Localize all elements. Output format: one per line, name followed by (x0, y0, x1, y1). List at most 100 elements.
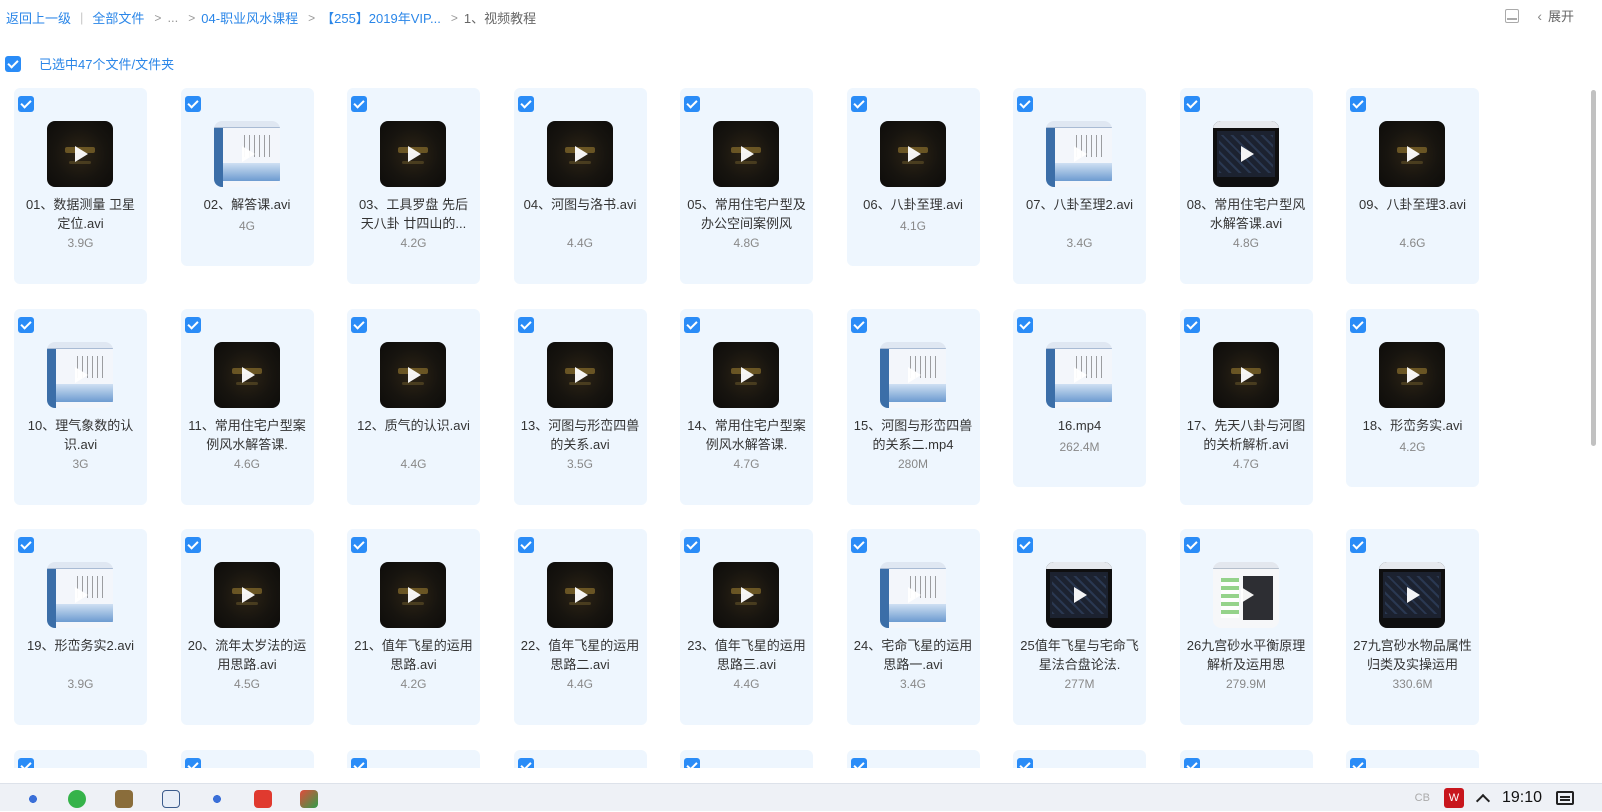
app-cluster-icon[interactable] (24, 790, 42, 808)
file-card[interactable]: 21、值年飞星的运用思路.avi 4.2G (347, 529, 480, 725)
video-thumbnail[interactable] (213, 562, 280, 628)
file-card[interactable]: 09、八卦至理3.avi 4.6G (1346, 88, 1479, 284)
list-view-icon[interactable] (1505, 8, 1520, 23)
wechat-icon[interactable] (68, 790, 86, 808)
file-checkbox[interactable] (1183, 537, 1200, 553)
video-thumbnail[interactable] (546, 121, 613, 187)
breadcrumb-level1[interactable]: 04-职业风水课程 (201, 8, 298, 27)
wps-icon[interactable] (254, 790, 272, 808)
video-thumbnail[interactable] (213, 121, 280, 187)
file-checkbox[interactable] (1017, 316, 1033, 333)
video-thumbnail[interactable] (713, 121, 779, 187)
file-card[interactable] (1346, 749, 1479, 768)
video-thumbnail[interactable] (213, 341, 280, 408)
video-thumbnail[interactable] (47, 341, 113, 408)
file-checkbox[interactable] (684, 757, 700, 768)
file-checkbox[interactable] (517, 316, 534, 333)
ime-indicator[interactable]: CB (1415, 792, 1430, 804)
file-checkbox[interactable] (18, 316, 34, 333)
file-card[interactable]: 26九宫砂水平衡原理解析及运用思 279.9M (1179, 529, 1313, 725)
file-checkbox[interactable] (351, 537, 367, 553)
file-card[interactable]: 25值年飞星与宅命飞星法合盘论法. 277M (1013, 529, 1146, 725)
file-checkbox[interactable] (184, 96, 201, 112)
file-checkbox[interactable] (517, 537, 534, 553)
file-checkbox[interactable] (850, 316, 867, 333)
file-checkbox[interactable] (1183, 316, 1200, 333)
breadcrumb-ellipsis[interactable]: ... (167, 10, 178, 25)
video-thumbnail[interactable] (47, 121, 113, 187)
file-card[interactable]: 01、数据测量 卫星定位.avi 3.9G (14, 88, 147, 284)
video-thumbnail[interactable] (546, 341, 613, 408)
file-checkbox[interactable] (517, 757, 534, 768)
video-thumbnail[interactable] (1046, 341, 1112, 408)
tray-app-logo[interactable]: W (1443, 788, 1464, 808)
file-card[interactable] (1013, 749, 1146, 768)
file-card[interactable] (513, 749, 647, 768)
notification-icon[interactable] (1556, 791, 1574, 805)
file-card[interactable]: 27九宫砂水物品属性归类及实操运用 330.6M (1346, 529, 1479, 725)
video-thumbnail[interactable] (1212, 121, 1279, 187)
file-checkbox[interactable] (1350, 316, 1366, 333)
file-card[interactable]: 08、常用住宅户型风水解答课.avi 4.8G (1179, 88, 1313, 284)
video-thumbnail[interactable] (713, 562, 779, 628)
file-card[interactable]: 15、河图与形峦四兽的关系二.mp4 280M (846, 308, 980, 505)
file-checkbox[interactable] (1350, 757, 1366, 768)
file-checkbox[interactable] (351, 757, 367, 768)
file-checkbox[interactable] (18, 757, 34, 768)
file-checkbox[interactable] (351, 316, 367, 333)
file-card[interactable] (680, 749, 813, 768)
breadcrumb-level2[interactable]: 【255】2019年VIP... (321, 8, 441, 27)
file-card[interactable]: 07、八卦至理2.avi 3.4G (1013, 88, 1146, 284)
file-checkbox[interactable] (184, 537, 201, 553)
file-checkbox[interactable] (18, 96, 34, 112)
video-thumbnail[interactable] (380, 562, 446, 628)
media-icon[interactable] (300, 790, 318, 808)
file-checkbox[interactable] (684, 316, 700, 333)
file-card[interactable]: 04、河图与洛书.avi 4.4G (513, 88, 647, 284)
video-thumbnail[interactable] (1046, 121, 1112, 187)
file-card[interactable]: 06、八卦至理.avi 4.1G (846, 88, 980, 266)
video-thumbnail[interactable] (1212, 341, 1279, 408)
file-checkbox[interactable] (1183, 757, 1200, 768)
clock[interactable]: 19:10 (1502, 789, 1542, 807)
video-thumbnail[interactable] (879, 341, 946, 408)
file-card[interactable]: 20、流年太岁法的运用思路.avi 4.5G (180, 529, 314, 725)
file-card[interactable] (180, 749, 314, 768)
breadcrumb-root[interactable]: 全部文件 (92, 8, 144, 27)
file-checkbox[interactable] (1017, 757, 1033, 768)
file-card[interactable]: 22、值年飞星的运用思路二.avi 4.4G (513, 529, 647, 725)
back-link[interactable]: 返回上一级 (6, 8, 71, 27)
file-card[interactable]: 23、值年飞星的运用思路三.avi 4.4G (680, 529, 813, 725)
file-checkbox[interactable] (850, 757, 867, 768)
file-checkbox[interactable] (1017, 96, 1033, 112)
video-thumbnail[interactable] (380, 121, 446, 187)
app-cluster-icon-2[interactable] (208, 790, 226, 808)
video-thumbnail[interactable] (879, 562, 946, 628)
video-thumbnail[interactable] (1046, 562, 1112, 628)
file-card[interactable]: 18、形峦务实.avi 4.2G (1346, 308, 1479, 487)
file-card[interactable]: 19、形峦务实2.avi 3.9G (14, 529, 147, 725)
file-checkbox[interactable] (850, 96, 867, 112)
file-card[interactable] (14, 749, 147, 768)
video-thumbnail[interactable] (1212, 562, 1279, 628)
show-hidden-icons-icon[interactable] (1475, 793, 1491, 809)
file-checkbox[interactable] (684, 537, 700, 553)
file-checkbox[interactable] (18, 537, 34, 553)
notepad-icon[interactable] (162, 790, 180, 808)
video-thumbnail[interactable] (713, 341, 779, 408)
file-checkbox[interactable] (684, 96, 700, 112)
video-thumbnail[interactable] (546, 562, 613, 628)
file-card[interactable]: 17、先天八卦与河图的关析解析.avi 4.7G (1179, 308, 1313, 505)
video-thumbnail[interactable] (879, 121, 946, 187)
file-card[interactable]: 02、解答课.avi 4G (180, 88, 314, 266)
video-thumbnail[interactable] (1379, 562, 1445, 628)
file-checkbox[interactable] (184, 757, 201, 768)
file-card[interactable]: 13、河图与形峦四兽的关系.avi 3.5G (513, 308, 647, 505)
file-card[interactable]: 10、理气象数的认识.avi 3G (14, 308, 147, 505)
file-checkbox[interactable] (850, 537, 867, 553)
file-manager-icon[interactable] (115, 790, 133, 808)
file-checkbox[interactable] (1183, 96, 1200, 112)
file-checkbox[interactable] (351, 96, 367, 112)
file-checkbox[interactable] (1017, 537, 1033, 553)
expand-button[interactable]: ‹ 展开 (1537, 6, 1574, 25)
